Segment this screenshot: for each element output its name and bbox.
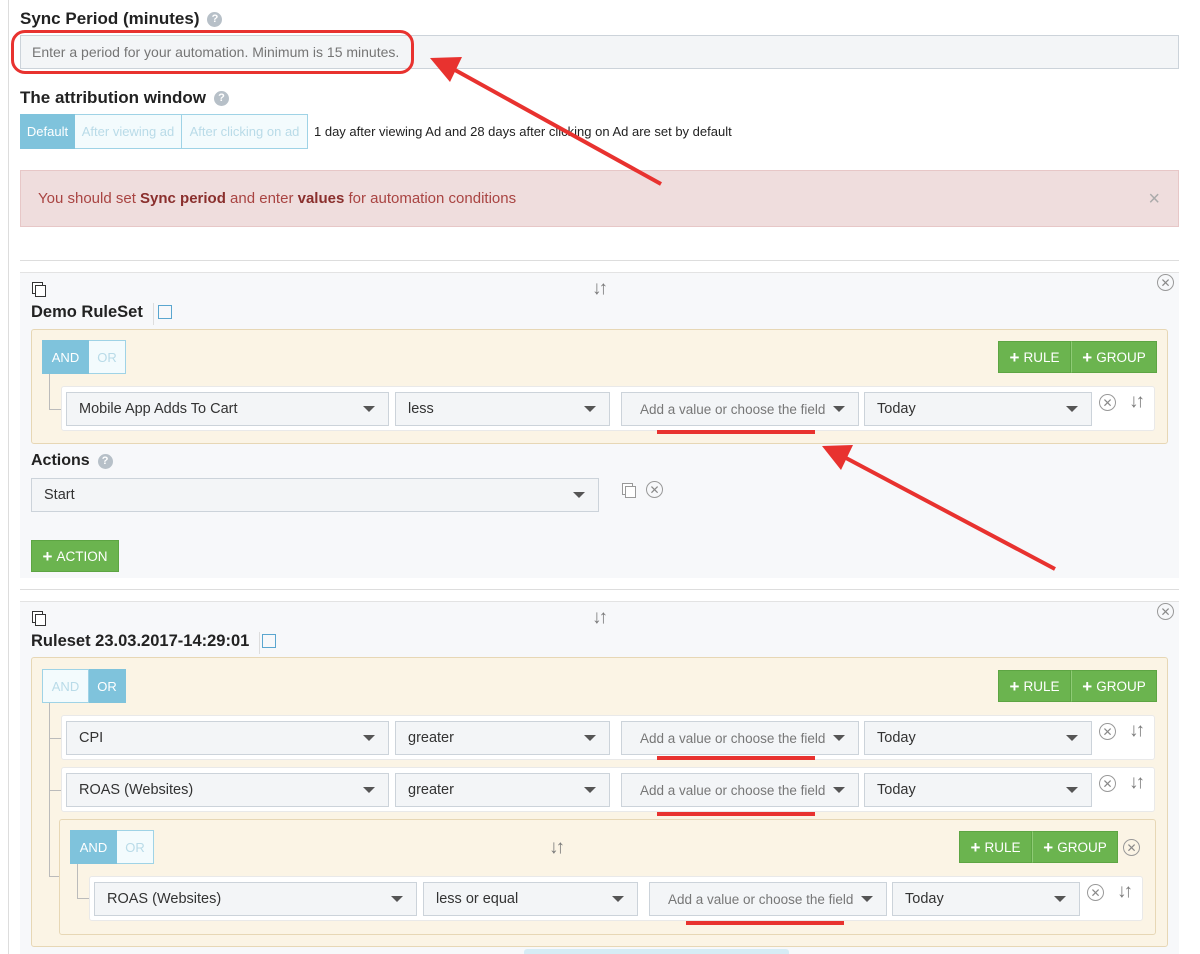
annotation-arrow-line (845, 456, 1056, 571)
annotation-arrows (430, 57, 1056, 571)
annotation-arrow-line (454, 68, 662, 186)
